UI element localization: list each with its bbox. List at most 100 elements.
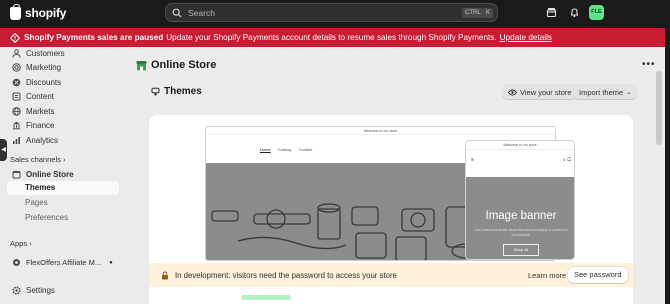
learn-more-link[interactable]: Learn more [528,271,566,280]
top-bar: shopify Search CTRL K FLE [0,0,670,26]
sidebar-item-flexoffers[interactable]: FlexOffers Affiliate M... ● [12,256,113,269]
shopify-logo[interactable]: shopify [10,3,67,21]
sidebar-item-label: FlexOffers Affiliate M... [26,258,102,267]
sidebar-item-discounts[interactable]: Discounts [12,76,61,89]
update-details-link[interactable]: Update details [500,33,552,42]
desktop-nav-home: Home [260,147,271,152]
payments-alert-banner: Shopify Payments sales are paused Update… [0,28,665,47]
eye-icon [508,89,517,95]
mobile-banner: Image banner Give customers details abou… [466,177,574,259]
alert-icon [10,32,20,43]
scrollbar[interactable] [656,71,662,145]
sidebar-item-analytics[interactable]: Analytics [12,134,58,147]
sidebar-item-label: Online Store [26,170,74,179]
kbd-ctrl: CTRL [462,8,484,18]
more-actions-icon[interactable]: ••• [642,59,656,70]
person-icon [12,49,21,58]
mobile-preview[interactable]: Welcome to our store ≡ ⌕ ▢ Image banner … [465,140,575,260]
search-bar[interactable]: Search CTRL K [165,3,498,22]
view-store-label: View your store [520,87,572,97]
mobile-announcement: Welcome to our store [466,141,574,150]
theme-details-card [149,291,633,304]
desktop-nav-contact: Contact [298,147,313,152]
mobile-banner-button: Shop all [503,244,539,256]
banner-text: Update your Shopify Payments account det… [166,33,497,42]
bell-icon[interactable] [569,7,580,18]
sidebar-item-marketing[interactable]: Marketing [12,61,61,74]
mobile-nav: ≡ ⌕ ▢ [471,157,571,163]
target-icon [12,63,21,72]
banner-title: Shopify Payments sales are paused [24,33,164,42]
sidebar-item-markets[interactable]: Markets [12,105,54,118]
mobile-banner-title: Image banner [485,210,557,222]
chart-icon [13,137,20,144]
search-icon [172,8,182,17]
content-icon [12,92,21,101]
logo-text: shopify [25,6,67,20]
page-title: Online Store [136,59,216,71]
main-panel: Online Store ••• Themes View your store … [124,47,665,304]
avatar[interactable]: FLE [589,5,604,20]
status-badge [241,295,291,300]
chevron-down-icon: ⌄ [626,89,632,96]
sidebar-collapse-handle[interactable]: ◀ [0,139,7,161]
sidebar-item-label: Discounts [26,78,62,87]
window-edge [665,0,670,304]
online-store-icon [12,171,21,179]
content-area: Customers Marketing Discounts Content Ma… [0,47,665,304]
mobile-nav-icons: ⌕ ▢ [563,157,571,163]
desktop-nav-catalog: Catalog [277,147,292,152]
chevron-left-icon: ◀ [1,147,6,153]
dev-notice-text: In development: visitors need the passwo… [175,270,397,280]
sales-channels-heading[interactable]: Sales channels › [10,155,65,164]
paint-icon [151,87,160,96]
online-store-icon [136,60,147,70]
themes-heading: Themes [151,86,202,97]
cart-icon: ▢ [567,157,571,163]
search-placeholder: Search [188,7,215,18]
dev-notice: In development: visitors need the passwo… [149,263,633,287]
sidebar-item-pages[interactable]: Pages [25,198,48,207]
see-password-button[interactable]: See password [568,267,628,283]
sidebar-item-label: Markets [26,107,55,116]
pin-dot-icon: ● [109,259,113,266]
globe-icon [12,107,21,116]
gear-icon [12,286,21,295]
sidebar-item-customers[interactable]: Customers [12,47,65,60]
sidebar-item-themes[interactable]: Themes [7,181,119,195]
import-theme-button[interactable]: Import theme ⌄ [573,84,638,100]
sidebar-item-label: Marketing [26,63,62,72]
sidebar-item-settings[interactable]: Settings [12,284,55,297]
sidebar-item-online-store[interactable]: Online Store [12,168,74,181]
sidebar-item-preferences[interactable]: Preferences [25,213,68,222]
discount-icon [12,78,21,87]
sidebar-item-label: Settings [26,286,55,295]
view-store-button[interactable]: View your store [502,84,578,100]
chevron-right-icon: › [62,155,66,164]
sidebar-item-label: Customers [26,49,65,58]
desktop-nav: Home Catalog Contact [260,147,312,152]
search-icon: ⌕ [562,157,566,163]
apps-heading[interactable]: Apps › [10,239,32,248]
sidebar-item-content[interactable]: Content [12,90,54,103]
hamburger-icon: ≡ [471,157,474,163]
sidebar-item-label: Content [26,92,55,101]
sidebar-item-label: Finance [26,121,55,130]
shopify-bag-icon [10,3,21,20]
mobile-banner-subtitle: Give customers details about the banner … [474,228,568,237]
sidebar-item-label: Analytics [26,136,59,145]
sidebar: Customers Marketing Discounts Content Ma… [0,47,124,304]
sidebar-item-finance[interactable]: Finance [12,119,54,132]
bank-icon [12,121,21,130]
store-icon[interactable] [546,7,557,18]
themes-heading-text: Themes [164,86,202,97]
kbd-k: K [483,8,494,18]
sales-channels-label: Sales channels [10,155,61,164]
app-icon [13,259,20,266]
desktop-announcement: Welcome to our store [206,127,555,135]
apps-label: Apps [10,239,28,248]
import-theme-label: Import theme [579,87,624,97]
lock-icon [162,270,168,279]
chevron-right-icon: › [29,239,32,248]
page-title-text: Online Store [151,59,217,71]
